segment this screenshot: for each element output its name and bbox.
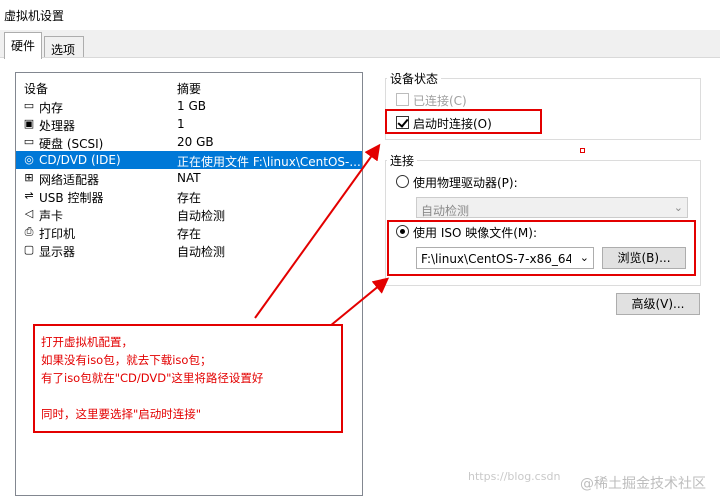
- annotation-marker: [580, 148, 585, 153]
- highlight-connect-at-power-on: [385, 109, 542, 134]
- memory-icon: ▭: [23, 99, 35, 112]
- tab-hardware[interactable]: 硬件: [4, 32, 43, 59]
- physical-drive-value: 自动检测: [421, 204, 470, 218]
- physical-drive-label: 使用物理驱动器(P):: [413, 176, 518, 190]
- window-title: 虚拟机设置: [4, 9, 65, 23]
- device-summary: 自动检测: [177, 245, 226, 259]
- physical-drive-select[interactable]: 自动检测 ⌄: [416, 197, 688, 218]
- chevron-down-icon: ⌄: [673, 201, 683, 214]
- cpu-icon: ▣: [23, 117, 35, 130]
- tab-options[interactable]: 选项: [44, 36, 84, 58]
- device-name: 处理器: [39, 119, 76, 133]
- device-row-sound[interactable]: ◁ 声卡 自动检测: [16, 205, 362, 223]
- device-row-display[interactable]: ▢ 显示器 自动检测: [16, 241, 362, 259]
- device-row-cd-dvd[interactable]: ◎ CD/DVD (IDE) 正在使用文件 F:\linux\CentOS-..…: [16, 151, 362, 169]
- device-name: 硬盘 (SCSI): [39, 137, 104, 151]
- connected-label: 已连接(C): [413, 94, 467, 108]
- annotation-line: 有了iso包就在"CD/DVD"这里将路径设置好: [41, 371, 264, 385]
- device-summary: NAT: [177, 171, 201, 185]
- device-name: 网络适配器: [39, 173, 100, 187]
- device-row-cpu[interactable]: ▣ 处理器 1: [16, 115, 362, 133]
- device-status-title: 设备状态: [387, 70, 442, 87]
- device-name: 内存: [39, 101, 64, 115]
- device-name: USB 控制器: [39, 191, 104, 205]
- annotation-line: 如果没有iso包，就去下载iso包；: [41, 353, 212, 367]
- device-row-disk[interactable]: ▭ 硬盘 (SCSI) 20 GB: [16, 133, 362, 151]
- device-summary: 存在: [177, 191, 202, 205]
- device-name: CD/DVD (IDE): [39, 153, 121, 167]
- sound-icon: ◁: [24, 207, 34, 220]
- device-summary: 1 GB: [177, 99, 206, 113]
- device-row-network[interactable]: ⊞ 网络适配器 NAT: [16, 169, 362, 187]
- title-bar: 虚拟机设置: [0, 0, 720, 30]
- device-name: 打印机: [39, 227, 76, 241]
- connected-checkbox[interactable]: [396, 93, 409, 106]
- connection-title: 连接: [387, 152, 418, 169]
- device-list-header: 设备 摘要: [16, 77, 362, 97]
- device-summary: 20 GB: [177, 135, 214, 149]
- column-device[interactable]: 设备: [24, 80, 48, 97]
- annotation-note: 打开虚拟机配置， 如果没有iso包，就去下载iso包； 有了iso包就在"CD/…: [33, 324, 343, 433]
- watermark-brand: @稀土掘金技术社区: [580, 476, 706, 492]
- column-summary[interactable]: 摘要: [177, 80, 201, 97]
- display-icon: ▢: [23, 243, 35, 256]
- network-icon: ⊞: [24, 171, 34, 184]
- tab-strip: 硬件 选项: [0, 30, 720, 59]
- device-name: 声卡: [39, 209, 64, 223]
- physical-drive-radio[interactable]: [396, 175, 409, 188]
- watermark-url: https://blog.csdn: [468, 470, 561, 483]
- device-summary: 正在使用文件 F:\linux\CentOS-...: [177, 155, 361, 169]
- printer-icon: ⎙: [24, 225, 34, 238]
- device-name: 显示器: [39, 245, 76, 259]
- highlight-iso-section: [387, 220, 696, 276]
- usb-icon: ⇌: [24, 189, 34, 202]
- cd-icon: ◎: [24, 153, 34, 166]
- device-row-memory[interactable]: ▭ 内存 1 GB: [16, 97, 362, 115]
- device-summary: 自动检测: [177, 209, 226, 223]
- annotation-line: 打开虚拟机配置，: [41, 335, 133, 349]
- device-row-printer[interactable]: ⎙ 打印机 存在: [16, 223, 362, 241]
- device-summary: 存在: [177, 227, 202, 241]
- advanced-button[interactable]: 高级(V)...: [616, 293, 700, 315]
- disk-icon: ▭: [23, 135, 35, 148]
- device-row-usb[interactable]: ⇌ USB 控制器 存在: [16, 187, 362, 205]
- annotation-line: 同时，这里要选择"启动时连接": [41, 407, 202, 421]
- device-summary: 1: [177, 117, 185, 131]
